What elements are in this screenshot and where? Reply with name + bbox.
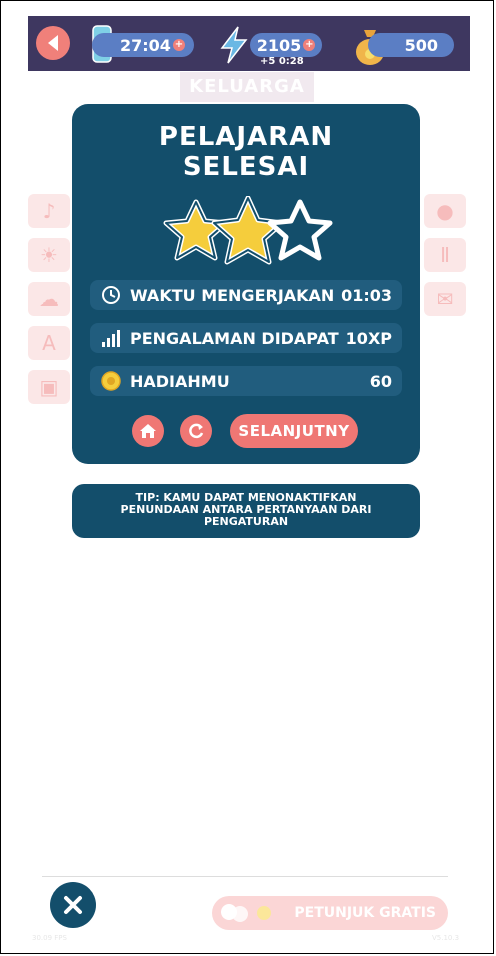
cloud-upload-icon: ☁ [28, 282, 70, 316]
hint-label: PETUNJUK GRATIS [294, 905, 436, 921]
star-1-icon [163, 199, 229, 261]
stat-value: 01:03 [341, 285, 392, 305]
close-button[interactable] [50, 882, 96, 928]
font-size-icon: A [28, 326, 70, 360]
close-icon [64, 896, 82, 914]
energy-bolt-icon [220, 26, 248, 64]
star-rating [163, 196, 333, 265]
image-icon: ▣ [28, 370, 70, 404]
back-arrow-icon [48, 35, 58, 51]
energy-value: 2105 [256, 35, 302, 55]
stat-label: PENGALAMAN DIDAPAT [130, 328, 339, 348]
stat-label: HADIAHMU [130, 371, 230, 391]
next-button[interactable]: SELANJUTNY [230, 414, 358, 448]
star-2-icon [211, 196, 285, 265]
mascot-icon: ● [424, 194, 466, 228]
stat-label: WAKTU MENGERJAKAN [130, 285, 335, 305]
footer-divider [42, 876, 448, 877]
timer-add-icon[interactable]: + [172, 39, 185, 51]
coins-display: 500 [368, 33, 454, 57]
stat-row-time: WAKTU MENGERJAKAN 01:03 [90, 280, 402, 310]
lesson-complete-dialog: PELAJARAN SELESAI WAKTU MENGERJAKAN 01:0… [72, 104, 420, 464]
music-icon: ♪ [28, 194, 70, 228]
free-hint-button[interactable]: PETUNJUK GRATIS [212, 896, 448, 930]
tip-banner: TIP: KAMU DAPAT MENONAKTIFKAN PENUNDAAN … [72, 484, 420, 538]
stat-value: 60 [369, 371, 392, 391]
top-bar: 27:04 + 2105 + +5 0:28 500 [28, 16, 470, 71]
replay-button[interactable] [180, 415, 212, 447]
stat-row-xp: PENGALAMAN DIDAPAT 10XP [90, 323, 402, 353]
hint-chat-icon [221, 904, 248, 922]
energy-refill-timer: +5 0:28 [260, 56, 304, 67]
energy-add-icon[interactable]: + [303, 39, 316, 51]
pause-icon: Ⅱ [424, 238, 466, 272]
coins-value: 500 [404, 35, 438, 55]
home-icon [140, 424, 156, 438]
mail-icon: ✉ [424, 282, 466, 316]
timer-display: 27:04 + [92, 33, 194, 57]
replay-icon [189, 423, 204, 439]
fps-counter: 30.09 FPS [32, 934, 67, 942]
version-label: V5.10.3 [432, 934, 460, 942]
timer-value: 27:04 [120, 35, 171, 55]
clock-icon [100, 284, 122, 306]
dialog-title-line1: PELAJARAN [158, 122, 334, 152]
category-label: KELUARGA [180, 72, 314, 102]
dialog-title: PELAJARAN SELESAI [72, 122, 420, 182]
hint-coin-icon [257, 906, 271, 920]
star-3-icon [267, 199, 333, 261]
stat-row-reward: HADIAHMU 60 [90, 366, 402, 396]
energy-display: 2105 + [250, 33, 322, 57]
brightness-icon: ☀ [28, 238, 70, 272]
xp-signal-icon [100, 327, 122, 349]
home-button[interactable] [132, 415, 164, 447]
stat-value: 10XP [345, 328, 392, 348]
back-button[interactable] [36, 26, 70, 60]
dialog-title-line2: SELESAI [182, 152, 310, 182]
coin-icon [100, 370, 122, 392]
